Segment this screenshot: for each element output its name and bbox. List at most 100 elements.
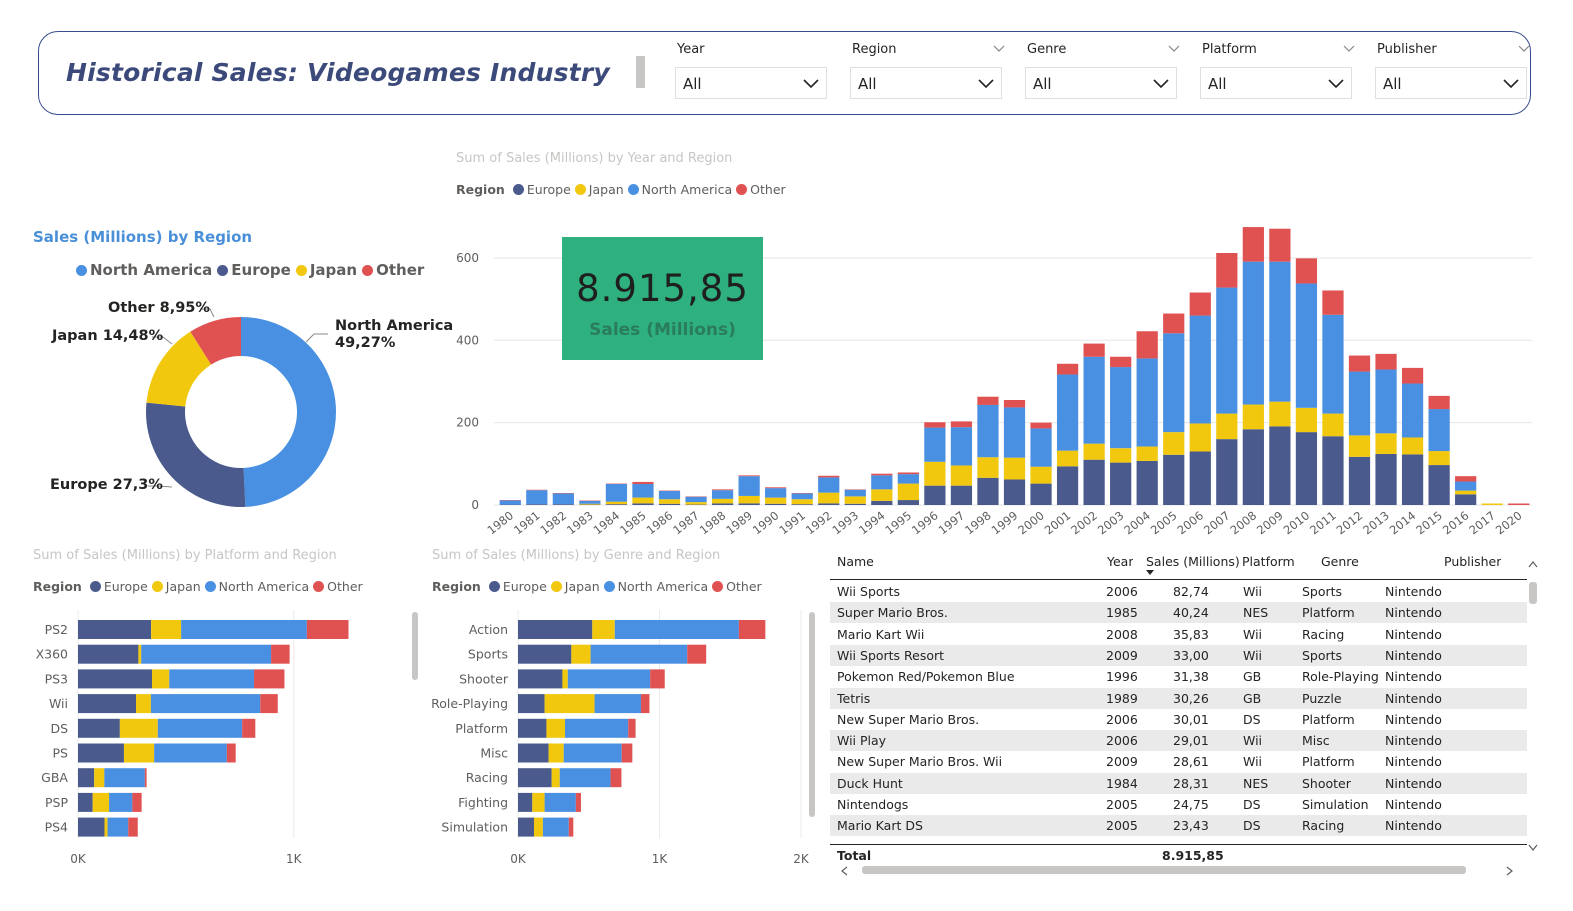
bar-segment-stub[interactable] — [1481, 503, 1503, 506]
bar-segment-north-america[interactable] — [632, 484, 654, 498]
bar-segment-other[interactable] — [226, 743, 236, 763]
bar-segment-north-america[interactable] — [563, 743, 622, 763]
bar-segment-north-america[interactable] — [897, 474, 919, 484]
bar-segment-other[interactable] — [871, 473, 893, 476]
bar-segment-europe[interactable] — [78, 694, 137, 714]
bar-segment-japan[interactable] — [950, 465, 973, 486]
bar-segment-europe[interactable] — [1030, 483, 1052, 505]
column-header-platform[interactable]: Platform — [1242, 554, 1295, 569]
bar-segment-north-america[interactable] — [977, 404, 999, 458]
bar-segment-japan[interactable] — [1163, 432, 1185, 455]
legend-item-europe[interactable]: Europe — [217, 261, 291, 279]
bar-segment-north-america[interactable] — [1322, 314, 1344, 414]
bar-segment-japan[interactable] — [532, 792, 545, 812]
bar-segment-north-america[interactable] — [1428, 409, 1450, 452]
bar-segment-europe[interactable] — [897, 500, 919, 505]
bar-segment-japan[interactable] — [844, 496, 866, 504]
table-row[interactable]: Wii Play 2006 29,01 Wii Misc Nintendo — [830, 730, 1527, 752]
bar-segment-japan[interactable] — [1056, 450, 1079, 467]
bar-segment-other[interactable] — [628, 718, 636, 738]
bar-segment-other[interactable] — [1003, 400, 1026, 408]
bar-segment-other[interactable] — [738, 475, 760, 477]
bar-segment-japan[interactable] — [94, 768, 105, 788]
bar-segment-north-america[interactable] — [614, 620, 739, 639]
bar-segment-other[interactable] — [687, 644, 707, 664]
scroll-left-icon[interactable] — [840, 866, 848, 876]
bar-segment-other[interactable] — [1269, 228, 1291, 262]
bar-segment-japan[interactable] — [1348, 435, 1371, 457]
bar-segment-other[interactable] — [1455, 476, 1477, 482]
table-row[interactable]: Nintendogs 2005 24,75 DS Simulation Nintendo — [830, 794, 1527, 815]
bar-segment-north-america[interactable] — [104, 768, 145, 788]
bar-segment-japan[interactable] — [138, 644, 142, 664]
table-row[interactable]: New Super Mario Bros. 2006 30,01 DS Platform… — [830, 709, 1527, 730]
bar-segment-europe[interactable] — [1348, 456, 1371, 505]
bar-segment-japan[interactable] — [579, 503, 601, 505]
bar-segment-japan[interactable] — [136, 694, 151, 714]
bar-segment-other[interactable] — [621, 743, 633, 763]
bar-segment-north-america[interactable] — [950, 427, 973, 466]
bar-segment-japan[interactable] — [548, 743, 564, 763]
table-row[interactable]: Pokemon Red/Pokemon Blue 1996 31,38 GB Role-… — [830, 666, 1527, 687]
bar-segment-north-america[interactable] — [1269, 261, 1291, 402]
table-row[interactable]: New Super Mario Bros. Wii 2009 28,61 Wii Pla… — [830, 751, 1527, 772]
bar-segment-other[interactable] — [1189, 292, 1211, 316]
bar-segment-europe[interactable] — [1056, 466, 1079, 505]
bar-segment-japan[interactable] — [123, 743, 155, 763]
bar-segment-europe[interactable] — [78, 669, 152, 689]
bar-segment-japan[interactable] — [562, 669, 568, 689]
bar-segment-japan[interactable] — [658, 499, 681, 504]
bar-segment-other[interactable] — [640, 694, 650, 714]
bar-segment-other[interactable] — [924, 422, 946, 428]
bar-segment-other[interactable] — [254, 669, 285, 689]
bar-segment-europe[interactable] — [1189, 451, 1211, 505]
bar-segment-north-america[interactable] — [818, 477, 840, 493]
bar-segment-europe[interactable] — [518, 669, 563, 689]
bar-segment-north-america[interactable] — [154, 743, 227, 763]
bar-segment-north-america[interactable] — [107, 817, 129, 837]
bar-segment-north-america[interactable] — [658, 491, 681, 500]
bar-segment-japan[interactable] — [1110, 448, 1132, 463]
bar-segment-europe[interactable] — [1136, 460, 1158, 505]
bar-segment-japan[interactable] — [151, 669, 170, 689]
bar-segment-europe[interactable] — [78, 792, 93, 812]
bar-segment-north-america[interactable] — [181, 620, 307, 639]
bar-segment-japan[interactable] — [1428, 451, 1450, 466]
region-dropdown[interactable]: All — [850, 67, 1002, 99]
bar-segment-north-america[interactable] — [169, 669, 255, 689]
bar-segment-other[interactable] — [1428, 395, 1450, 410]
bar-segment-north-america[interactable] — [685, 496, 707, 503]
bar-segment-north-america[interactable] — [1110, 367, 1132, 449]
bar-segment-north-america[interactable] — [150, 694, 261, 714]
bar-segment-other[interactable] — [711, 489, 734, 491]
bar-segment-other[interactable] — [242, 718, 256, 738]
bar-segment-europe[interactable] — [1003, 479, 1026, 505]
bar-segment-north-america[interactable] — [765, 488, 787, 498]
bar-segment-north-america[interactable] — [1401, 383, 1424, 438]
bar-segment-other[interactable] — [144, 768, 147, 788]
bar-segment-north-america[interactable] — [590, 644, 688, 664]
bar-segment-europe[interactable] — [711, 503, 734, 505]
bar-segment-japan[interactable] — [104, 817, 108, 837]
year-dropdown[interactable]: All — [675, 67, 827, 99]
legend-item-north-america[interactable]: North America — [204, 579, 309, 594]
bar-segment-europe[interactable] — [632, 503, 654, 505]
bar-segment-other[interactable] — [1083, 343, 1105, 357]
bar-segment-europe[interactable] — [518, 620, 593, 639]
bar-segment-other[interactable] — [271, 644, 290, 664]
legend-item-japan[interactable]: Japan — [550, 579, 600, 594]
bar-segment-north-america[interactable] — [1189, 315, 1211, 424]
bar-segment-japan[interactable] — [685, 502, 707, 505]
bar-segment-japan[interactable] — [738, 495, 760, 504]
bar-segment-other[interactable] — [650, 669, 665, 689]
bar-segment-europe[interactable] — [818, 503, 840, 505]
bar-segment-north-america[interactable] — [1056, 374, 1079, 451]
chevron-down-icon[interactable] — [1342, 42, 1356, 56]
legend-item-japan[interactable]: Japan — [151, 579, 201, 594]
bar-segment-other[interactable] — [1110, 356, 1132, 368]
scroll-up-icon[interactable] — [1528, 560, 1538, 568]
bar-segment-europe[interactable] — [1216, 439, 1238, 505]
publisher-dropdown[interactable]: All — [1375, 67, 1527, 99]
bar-segment-europe[interactable] — [738, 503, 760, 505]
bar-segment-europe[interactable] — [518, 694, 545, 714]
